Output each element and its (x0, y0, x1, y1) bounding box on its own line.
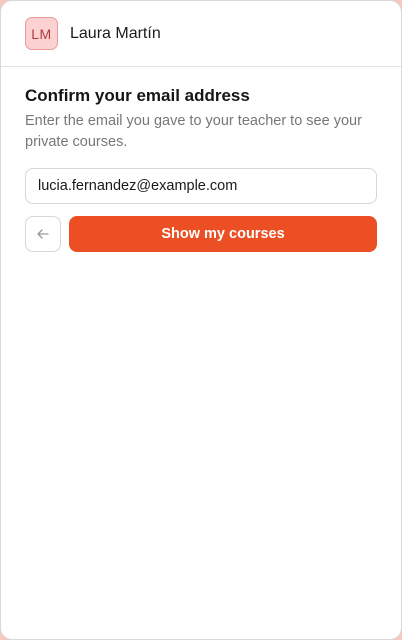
form-description: Enter the email you gave to your teacher… (25, 113, 362, 150)
form-title: Confirm your email address (25, 86, 250, 105)
email-confirmation-card: LM Laura Martín Confirm your email addre… (0, 0, 402, 640)
arrow-left-icon (37, 229, 49, 239)
form-actions: Show my courses (25, 216, 377, 252)
back-button[interactable] (25, 216, 61, 252)
avatar: LM (25, 17, 58, 50)
confirm-email-form: Confirm your email address Enter the ema… (1, 67, 401, 252)
email-input[interactable] (25, 168, 377, 204)
show-courses-button[interactable]: Show my courses (69, 216, 377, 252)
user-header: LM Laura Martín (1, 1, 401, 67)
user-name: Laura Martín (70, 24, 161, 42)
